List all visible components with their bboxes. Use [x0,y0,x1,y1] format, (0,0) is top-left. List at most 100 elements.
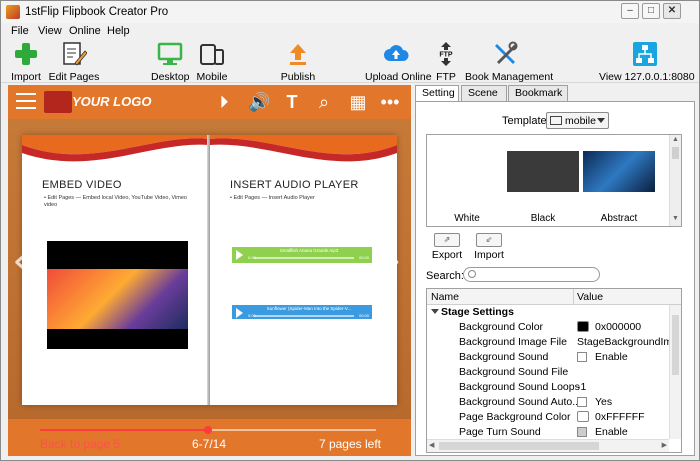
template-thumb-abstract[interactable] [583,151,655,192]
tab-setting[interactable]: Setting [415,85,459,101]
ftp-label: FTP [436,71,456,83]
volume-icon[interactable]: 🔊 [248,92,270,112]
minimize-button[interactable]: – [621,3,639,19]
table-row[interactable]: Background Color 0x000000 [427,320,669,334]
column-name[interactable]: Name [431,291,459,303]
template-select[interactable]: mobile [546,112,609,129]
page-progress-slider[interactable] [40,426,376,434]
table-row[interactable]: Background Sound Enable [427,350,669,364]
maximize-button[interactable]: □ [642,3,660,19]
template-thumb-white[interactable] [431,151,503,192]
color-swatch[interactable] [577,321,589,332]
scroll-up-icon[interactable]: ▲ [672,136,679,143]
menu-view[interactable]: View [38,25,62,37]
book-management-button[interactable]: Book Management [465,41,554,83]
template-thumb-black[interactable] [507,151,579,192]
page-swoosh-decoration [22,135,209,162]
tab-bookmark[interactable]: Bookmark [508,85,568,101]
checkbox[interactable] [577,427,587,437]
scroll-down-icon[interactable]: ▼ [672,215,679,222]
thumbnails-scrollbar[interactable]: ▲ ▼ [669,135,681,226]
ftp-button[interactable]: FTP FTP [433,41,459,83]
property-name: Background Sound Auto... [459,396,582,408]
export-icon: ⇗ [434,233,460,247]
ftp-icon: FTP [439,42,453,66]
scroll-left-icon[interactable]: ◀ [429,441,434,449]
scroll-thumb[interactable] [439,442,599,450]
menu-file[interactable]: File [11,25,29,37]
checkbox[interactable] [577,352,587,362]
table-row[interactable]: Background Sound Loops -1 [427,380,669,394]
back-to-page-link[interactable]: Back to page 5 [40,437,120,451]
tools-icon [495,41,518,64]
edit-pages-icon [63,42,87,66]
export-button[interactable]: ⇗ Export [430,233,464,261]
scroll-thumb[interactable] [672,147,679,159]
property-grid-vscrollbar[interactable] [669,305,681,439]
section-label: Stage Settings [441,306,514,318]
audio-time-start: 0:00 [248,313,256,318]
scroll-thumb[interactable] [672,315,679,375]
audio-play-icon[interactable] [236,250,243,260]
more-icon[interactable]: ••• [380,92,400,112]
audio-track-name: Smallfish Ariana Grande.mp3 [279,248,339,253]
tab-scene[interactable]: Scene [461,85,507,101]
property-value: -1 [577,381,587,393]
pages-left-text: 7 pages left [318,437,381,451]
text-icon[interactable]: T [282,92,302,112]
property-name: Background Image File [459,336,567,348]
mobile-button[interactable]: Mobile [196,41,228,83]
import-button[interactable]: Import [11,41,41,83]
menu-help[interactable]: Help [107,25,130,37]
column-divider[interactable] [573,289,574,305]
publish-button[interactable]: Publish [279,41,317,83]
table-row[interactable]: Background Sound Auto... Yes [427,395,669,409]
close-button[interactable]: ✕ [663,3,681,19]
audio-player-2[interactable]: Sunflower (Spider-Man Into the Spider-V.… [232,305,372,319]
search-input[interactable] [463,267,600,282]
prev-page-icon[interactable]: ‹ [12,235,30,286]
page-right[interactable]: INSERT AUDIO PLAYER • Edit Pages — Inser… [210,135,397,405]
right-page-title: INSERT AUDIO PLAYER [230,179,359,191]
toolbar: Import Edit Pages Desktop Mobile Publish… [1,39,699,83]
page-progress-knob[interactable] [204,426,212,434]
table-row[interactable]: Page Background Color 0xFFFFFF [427,410,669,424]
color-swatch[interactable] [577,411,589,422]
panel-tabs: Setting Scene Bookmark [415,85,695,101]
section-stage-settings[interactable]: Stage Settings [427,305,669,319]
property-grid-hscrollbar[interactable]: ◀ ▶ [427,439,669,452]
page-number: 6-7/14 [192,437,227,451]
table-row[interactable]: Background Sound File [427,365,669,379]
property-name: Background Sound Loops [459,381,580,393]
next-page-icon[interactable]: › [384,235,402,286]
view-button[interactable]: View 127.0.0.1:8080 [599,41,695,83]
audio-play-icon[interactable] [236,308,243,318]
audio-player-1[interactable]: Smallfish Ariana Grande.mp3 0:00 00:00 [232,247,372,263]
cloud-upload-icon [384,45,409,61]
audio-progress-bar[interactable] [254,257,354,259]
play-icon[interactable]: ⏵ [214,92,234,112]
checkbox[interactable] [577,397,587,407]
page-left[interactable]: EMBED VIDEO • Edit Pages — Embed local V… [22,135,209,405]
mobile-label: Mobile [196,71,228,83]
search-icon[interactable]: ⌕ [314,92,334,112]
scroll-right-icon[interactable]: ▶ [662,441,667,449]
menu-online[interactable]: Online [69,25,101,37]
audio-time-end: 00:00 [358,255,369,260]
hamburger-menu-icon[interactable] [16,93,36,109]
upload-online-button[interactable]: Upload Online [365,41,432,83]
search-label: Search: [426,270,464,282]
table-row[interactable]: Background Image File StageBackgroundIma… [427,335,669,349]
audio-progress-bar[interactable] [254,315,354,317]
embedded-video[interactable] [47,241,188,349]
collapse-triangle-icon[interactable] [431,309,439,314]
left-page-title: EMBED VIDEO [42,179,122,191]
table-row[interactable]: Page Turn Sound Enable [427,425,669,439]
edit-pages-button[interactable]: Edit Pages [48,41,100,83]
thumbnail-grid-icon[interactable]: ▦ [348,92,368,112]
book-management-label: Book Management [465,71,554,83]
chevron-down-icon [597,118,605,123]
import-config-button[interactable]: ⇙ Import [472,233,506,261]
column-value[interactable]: Value [577,291,603,303]
desktop-button[interactable]: Desktop [151,41,190,83]
